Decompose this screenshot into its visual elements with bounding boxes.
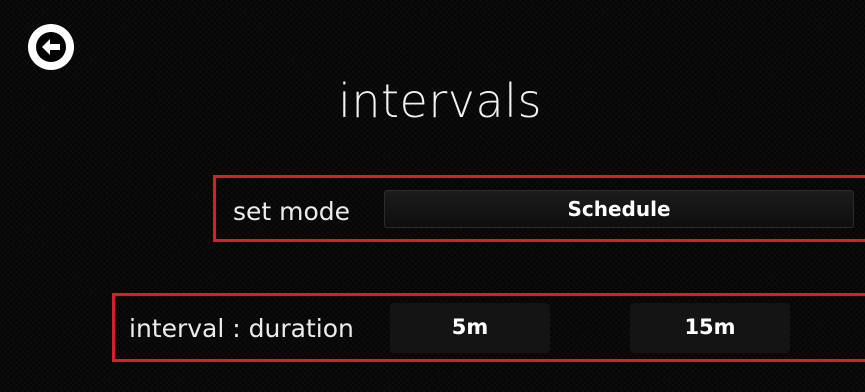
- arrow-left-icon: [36, 32, 66, 62]
- set-mode-row: set mode Schedule: [213, 175, 865, 242]
- back-button[interactable]: [28, 24, 74, 70]
- duration-value: 15m: [684, 315, 736, 339]
- page-title: intervals: [338, 74, 542, 128]
- interval-duration-label: interval : duration: [129, 314, 354, 343]
- interval-value: 5m: [451, 315, 489, 339]
- mode-select-value: Schedule: [567, 197, 671, 221]
- interval-duration-row: interval : duration 5m 15m: [112, 293, 865, 362]
- duration-value-button[interactable]: 15m: [630, 303, 790, 353]
- app-screen: intervals set mode Schedule interval : d…: [0, 0, 865, 392]
- mode-select[interactable]: Schedule: [384, 190, 854, 228]
- set-mode-label: set mode: [233, 197, 351, 226]
- interval-value-button[interactable]: 5m: [390, 303, 550, 353]
